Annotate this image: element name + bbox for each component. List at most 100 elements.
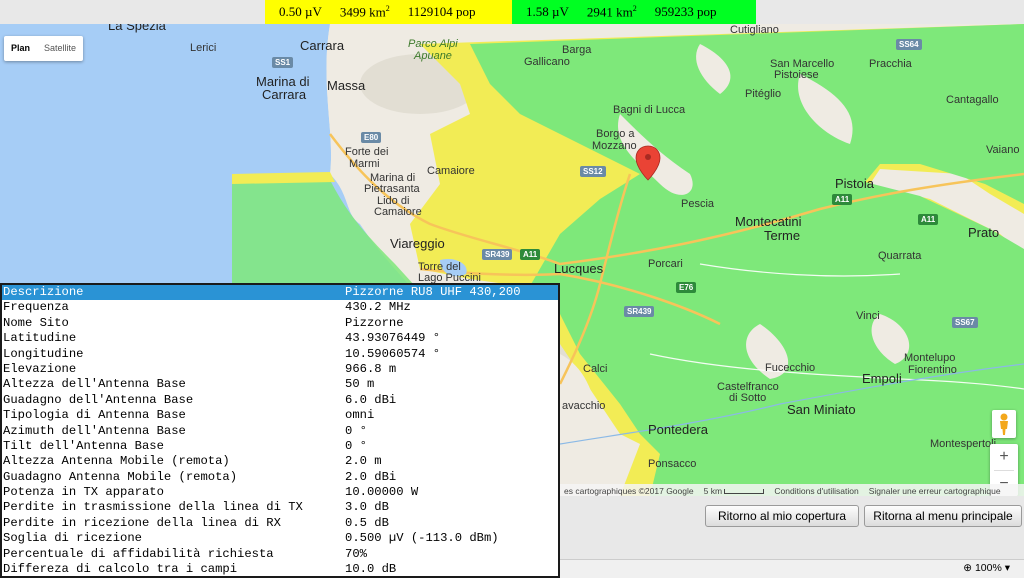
map-place-label: Carrara [300, 38, 345, 53]
map-place-label: Montecatini [735, 214, 802, 229]
panel-row-label: Percentuale di affidabilità richiesta [3, 546, 274, 561]
map-place-label: Ponsacco [648, 458, 697, 470]
panel-row: Elevazione 966.8 m [2, 362, 558, 377]
panel-row: Guadagno Antenna Mobile (remota) 2.0 dBi [2, 470, 558, 485]
map-place-label: Terme [764, 228, 801, 243]
map-place-label: Lerici [190, 42, 217, 54]
map-place-label: Empoli [862, 371, 902, 386]
map-place-label: Pistoia [835, 176, 875, 191]
map-place-label: Marmi [349, 158, 380, 170]
map-type-control: Plan Satellite [4, 36, 84, 61]
map-place-label: Barga [562, 44, 592, 56]
map-place-label: Calci [583, 363, 608, 375]
map-place-label: Carrara [262, 87, 307, 102]
map-place-label: Borgo a [596, 128, 635, 140]
panel-row-value: 2.0 dBi [345, 469, 397, 484]
panel-row-label: Tilt dell'Antenna Base [3, 438, 164, 453]
panel-row-value: 2.0 m [345, 454, 382, 469]
panel-row: Potenza in TX apparato 10.00000 W [2, 485, 558, 500]
road-shield: E76 [676, 282, 697, 293]
map-scale: 5 km [704, 486, 765, 496]
panel-row: Tilt dell'Antenna Base 0 ° [2, 439, 558, 454]
map-place-label: Parco Alpi [408, 38, 458, 50]
panel-row: Azimuth dell'Antenna Base 0 ° [2, 424, 558, 439]
panel-row-value: 43.93076449 ° [345, 331, 441, 346]
legend-yellow-field: 0.50 µV [279, 4, 322, 19]
road-shield: A11 [832, 194, 853, 205]
map-place-label: Porcari [648, 258, 683, 270]
panel-row-value: Pizzorne [345, 315, 404, 330]
map-place-label: Vaiano [986, 144, 1020, 156]
panel-row: Perdite in trasmissione della linea di T… [2, 500, 558, 515]
panel-row-label: Soglia di ricezione [3, 531, 142, 546]
map-place-label: Forte dei [345, 146, 389, 158]
map-place-label: Fucecchio [765, 362, 816, 374]
zoom-level-value: 100% [974, 562, 1002, 574]
zoom-in-button[interactable]: + [990, 444, 1018, 470]
street-view-pegman-icon[interactable] [992, 410, 1016, 438]
legend-green-area: 2941 km2 [586, 3, 637, 20]
map-place-label: Prato [968, 225, 1000, 240]
panel-row: Guadagno dell'Antenna Base 6.0 dBi [2, 393, 558, 408]
map-place-label: La Spezia [108, 24, 166, 33]
map-place-label: Mozzano [592, 140, 637, 152]
map-place-label: Cantagallo [946, 94, 999, 106]
legend-green-pop: 959233 pop [654, 4, 717, 19]
map-place-label: Vinci [856, 310, 880, 322]
panel-row-value: 0 ° [345, 438, 367, 453]
map-place-label: Pistoiese [774, 69, 819, 81]
panel-row: Differeza di calcolo tra i campi 10.0 dB [2, 562, 558, 576]
panel-row-value: Pizzorne RU8 UHF 430,200 [345, 285, 521, 299]
map-place-label: Montespertoli [930, 438, 997, 450]
browser-status-bar: ⊕ 100% ▾ [560, 559, 1024, 578]
map-place-label: Apuane [414, 50, 452, 62]
legend-green: 1.58 µV 2941 km2 959233 pop [512, 0, 756, 24]
map-place-label: Pietrasanta [364, 183, 420, 195]
road-shield: A11 [520, 249, 541, 260]
panel-row: Perdite in ricezione della linea di RX 0.… [2, 516, 558, 531]
page: 0.50 µV 3499 km2 1129104 pop 1.58 µV 294… [0, 0, 1024, 578]
panel-row-value: omni [345, 408, 375, 423]
road-shield: E80 [361, 132, 382, 143]
panel-row-label: Perdite in ricezione della linea di RX [3, 515, 281, 530]
road-shield: SS1 [272, 57, 294, 68]
road-shield: SR439 [624, 306, 655, 317]
panel-row-value: 50 m [345, 377, 375, 392]
panel-row: Frequenza 430.2 MHz [2, 300, 558, 315]
map-report-link[interactable]: Signaler une erreur cartographique [869, 486, 1001, 496]
map-place-label: Pontedera [648, 422, 708, 437]
map-place-label: Quarrata [878, 250, 922, 262]
panel-row-label: Descrizione [3, 285, 84, 299]
legend-yellow: 0.50 µV 3499 km2 1129104 pop [265, 0, 512, 24]
road-shield: SS64 [896, 39, 922, 50]
back-to-main-menu-button[interactable]: Ritorna al menu principale [864, 505, 1022, 527]
panel-row-label: Guadagno Antenna Mobile (remota) [3, 469, 238, 484]
legend-green-field: 1.58 µV [526, 4, 569, 19]
panel-row-label: Altezza dell'Antenna Base [3, 377, 186, 392]
panel-row-value: 430.2 MHz [345, 300, 411, 315]
panel-row: Longitudine 10.59060574 ° [2, 347, 558, 362]
road-shield: SS12 [580, 166, 606, 177]
map-type-plan-button[interactable]: Plan [4, 36, 37, 61]
map-place-label: Pitéglio [745, 88, 782, 100]
map-place-label: Bagni di Lucca [613, 104, 686, 116]
map-copyright: es cartographiques ©2017 Google [564, 486, 694, 496]
road-shield: A11 [918, 214, 939, 225]
panel-row: Altezza dell'Antenna Base 50 m [2, 377, 558, 392]
map-type-satellite-button[interactable]: Satellite [37, 36, 83, 61]
map-place-label: Lucques [554, 261, 604, 276]
map-place-label: San Miniato [787, 402, 856, 417]
panel-row-value: 10.59060574 ° [345, 346, 441, 361]
back-to-coverage-button[interactable]: Ritorno al mio copertura [705, 505, 859, 527]
map-place-label: Fiorentino [908, 364, 957, 376]
panel-row-value: 966.8 m [345, 361, 397, 376]
panel-row: Tipologia di Antenna Base omni [2, 408, 558, 423]
panel-row: Percentuale di affidabilità richiesta 70% [2, 547, 558, 562]
map-terms-link[interactable]: Conditions d'utilisation [774, 486, 858, 496]
zoom-level[interactable]: ⊕ 100% ▾ [963, 562, 1010, 574]
site-info-panel: Descrizione Pizzorne RU8 UHF 430,200 Frequ… [0, 283, 560, 578]
panel-row-label: Azimuth dell'Antenna Base [3, 423, 186, 438]
panel-row: Altezza Antenna Mobile (remota) 2.0 m [2, 454, 558, 469]
map-place-label: di Sotto [729, 392, 767, 404]
panel-row-label: Nome Sito [3, 315, 69, 330]
